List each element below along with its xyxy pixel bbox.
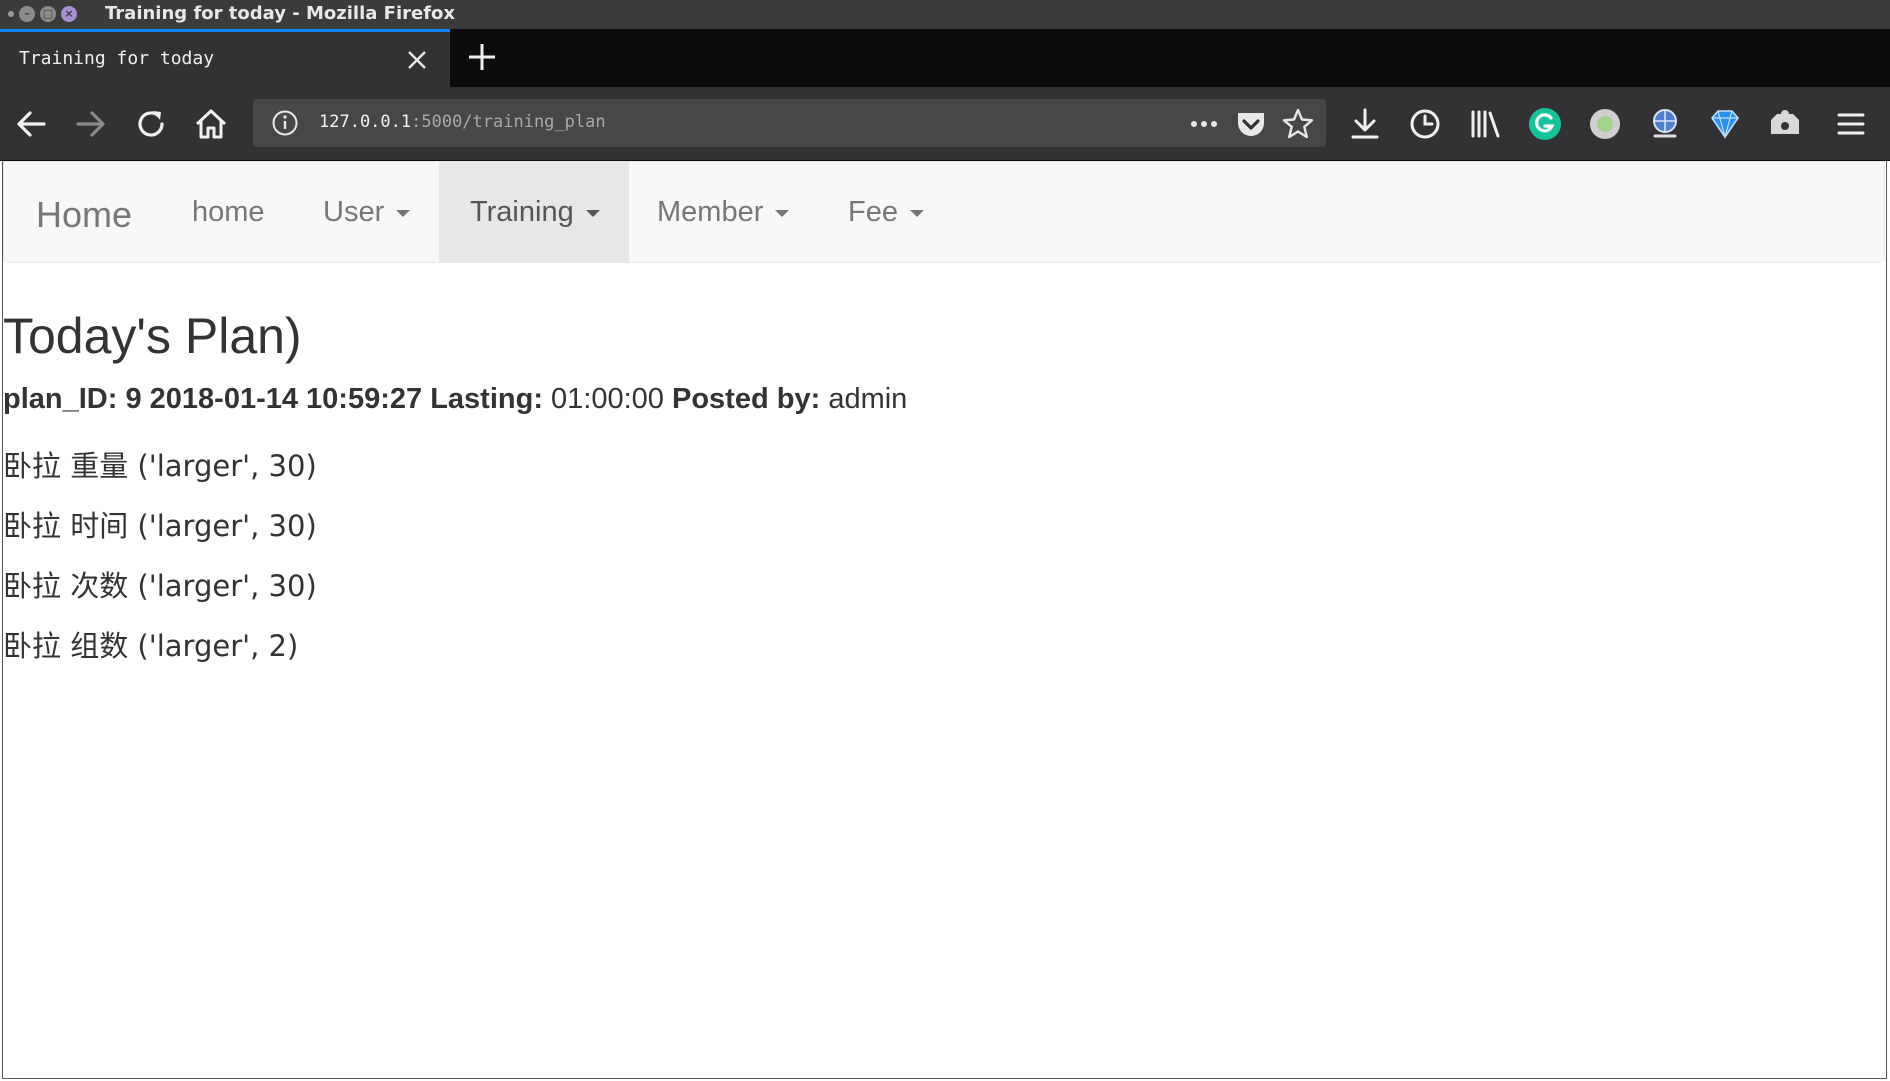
- nav-fee-label: Fee: [848, 196, 898, 228]
- nav-training-label: Training: [470, 196, 574, 228]
- nav-fee-dropdown[interactable]: Fee: [848, 162, 924, 262]
- window-controls: – □ ×: [8, 6, 77, 22]
- lasting-label: Lasting:: [430, 383, 543, 415]
- nav-training-dropdown[interactable]: Training: [439, 162, 629, 262]
- page-actions-ellipsis-icon[interactable]: [1187, 107, 1221, 141]
- maximize-button[interactable]: □: [40, 6, 56, 22]
- caret-down-icon: [909, 209, 924, 217]
- nav-toolbar: 127.0.0.1:5000/training_plan: [0, 87, 1890, 161]
- nav-member-label: Member: [657, 196, 764, 228]
- proxy-globe-icon[interactable]: [1647, 106, 1683, 142]
- url-bar[interactable]: 127.0.0.1:5000/training_plan: [253, 99, 1326, 147]
- plan-id-label: plan_ID: 9 2018-01-14 10:59:27: [3, 383, 423, 415]
- forward-arrow-icon[interactable]: [73, 106, 109, 142]
- caret-down-icon: [775, 209, 790, 217]
- close-tab-icon[interactable]: [402, 45, 432, 75]
- plan-item: 卧拉 重量 ('larger', 30): [3, 449, 317, 483]
- grammarly-icon[interactable]: [1527, 106, 1563, 142]
- site-info-icon[interactable]: [271, 109, 299, 137]
- nav-user-label: User: [323, 196, 385, 228]
- lasting-value: 01:00:00: [551, 383, 664, 415]
- home-icon[interactable]: [193, 106, 229, 142]
- extension-status-icon[interactable]: [1587, 106, 1623, 142]
- close-window-button[interactable]: ×: [61, 6, 77, 22]
- diamond-extension-icon[interactable]: [1707, 106, 1743, 142]
- url-path: :5000/training_plan: [411, 112, 606, 132]
- hamburger-menu-icon[interactable]: [1833, 106, 1869, 142]
- nav-home-label: home: [192, 196, 265, 228]
- downloads-icon[interactable]: [1347, 106, 1383, 142]
- back-arrow-icon[interactable]: [13, 106, 49, 142]
- puzzle-extension-icon[interactable]: [1767, 106, 1803, 142]
- window-titlebar: – □ × Training for today - Mozilla Firef…: [0, 0, 1890, 29]
- history-clock-icon[interactable]: [1407, 106, 1443, 142]
- posted-by-label: Posted by:: [672, 383, 821, 415]
- posted-by-value: admin: [828, 383, 908, 415]
- url-text[interactable]: 127.0.0.1:5000/training_plan: [319, 112, 606, 132]
- window-title: Training for today - Mozilla Firefox: [105, 3, 456, 24]
- library-icon[interactable]: [1467, 106, 1503, 142]
- tab-training-for-today[interactable]: Training for today: [0, 29, 450, 87]
- bookmark-star-icon[interactable]: [1281, 107, 1315, 141]
- caret-down-icon: [396, 209, 411, 217]
- tab-title: Training for today: [19, 48, 215, 69]
- new-tab-plus-icon[interactable]: [464, 39, 500, 75]
- plan-meta: plan_ID: 9 2018-01-14 10:59:27 Lasting: …: [3, 383, 907, 416]
- minimize-button[interactable]: –: [19, 6, 35, 22]
- plan-item: 卧拉 次数 ('larger', 30): [3, 569, 317, 603]
- page-title: Today's Plan): [3, 308, 302, 364]
- navbar-brand[interactable]: Home: [36, 194, 132, 236]
- reload-icon[interactable]: [133, 106, 169, 142]
- window-menu-dot[interactable]: [8, 11, 14, 17]
- nav-home[interactable]: home: [192, 162, 265, 262]
- plan-item: 卧拉 时间 ('larger', 30): [3, 509, 317, 543]
- site-navbar: Home home User Training Member Fee: [3, 161, 1885, 263]
- nav-user-dropdown[interactable]: User: [323, 162, 411, 262]
- pocket-icon[interactable]: [1234, 107, 1268, 141]
- tab-strip: Training for today: [0, 29, 1890, 87]
- url-host: 127.0.0.1: [319, 112, 412, 132]
- page-viewport: Home home User Training Member Fee Today…: [2, 161, 1887, 1079]
- nav-member-dropdown[interactable]: Member: [657, 162, 790, 262]
- caret-down-icon: [585, 209, 600, 217]
- plan-item: 卧拉 组数 ('larger', 2): [3, 629, 299, 663]
